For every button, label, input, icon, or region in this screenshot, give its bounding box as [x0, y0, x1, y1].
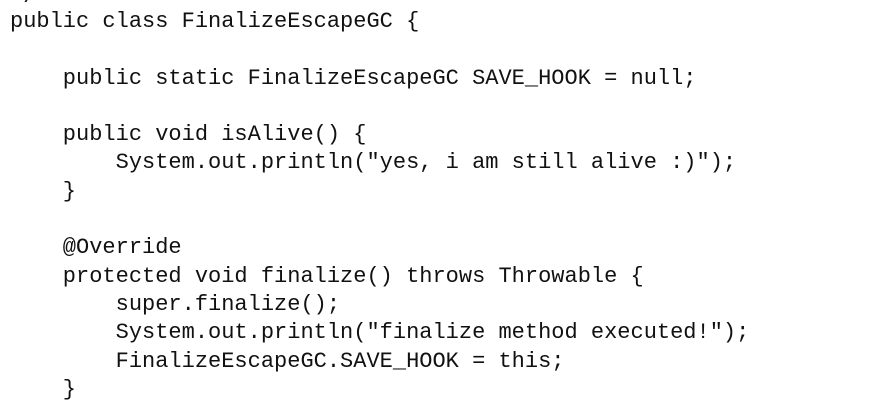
code-line-override-annotation: @Override [10, 235, 182, 261]
code-line-save-hook-field: public static FinalizeEscapeGC SAVE_HOOK… [10, 65, 697, 91]
code-view: */ public class FinalizeEscapeGC { publi… [0, 0, 882, 410]
code-line-is-alive-body: System.out.println("yes, i am still aliv… [10, 150, 737, 176]
code-line-save-hook-assignment: FinalizeEscapeGC.SAVE_HOOK = this; [10, 348, 565, 374]
code-line-finalize-close: } [10, 376, 77, 402]
code-line-finalize-print: System.out.println("finalize method exec… [10, 320, 750, 346]
code-block: public class FinalizeEscapeGC { public s… [10, 8, 749, 404]
code-line-super-finalize: super.finalize(); [10, 291, 341, 317]
code-line-is-alive-close: } [10, 178, 77, 204]
code-line-class-declaration: public class FinalizeEscapeGC { [10, 9, 420, 34]
code-line-is-alive-signature: public void isAlive() { [10, 122, 367, 148]
code-line-finalize-signature: protected void finalize() throws Throwab… [10, 263, 644, 289]
clipped-comment-fragment: */ [10, 0, 36, 8]
